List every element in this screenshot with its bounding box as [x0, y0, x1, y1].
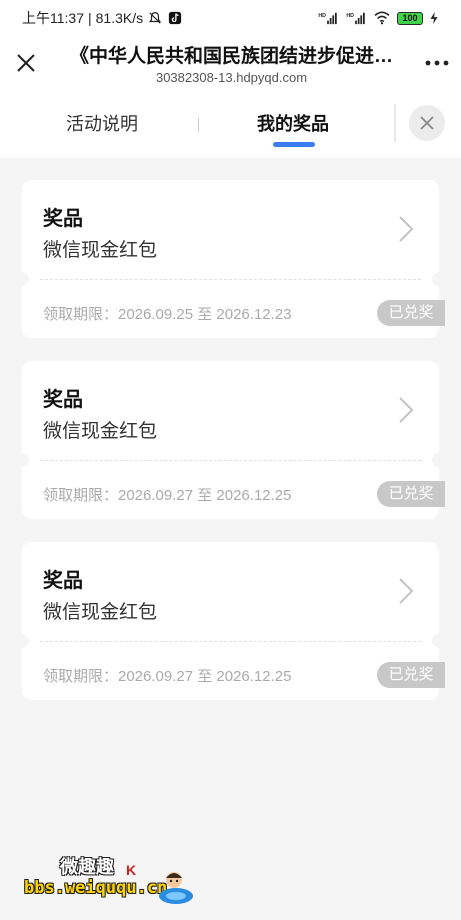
tiktok-icon: [169, 11, 182, 25]
prize-name: 微信现金红包: [43, 421, 158, 442]
wifi-icon: [374, 11, 390, 25]
card-notch: [15, 453, 29, 467]
status-badge: 已兑奖: [377, 300, 445, 326]
prize-name: 微信现金红包: [43, 240, 158, 261]
active-tab-indicator: [273, 142, 315, 147]
card-notch: [432, 453, 446, 467]
svg-text:HD: HD: [318, 13, 326, 19]
chevron-right-icon[interactable]: [396, 214, 416, 244]
prize-card[interactable]: 奖品 微信现金红包 领取期限：2026.09.27 至 2026.12.25 已…: [15, 542, 446, 700]
prize-name: 微信现金红包: [43, 602, 158, 623]
status-time: 上午11:37: [22, 10, 84, 26]
charging-icon: [430, 11, 438, 25]
title-bar: 《中华人民共和国民族团结进步促进… 30382308-13.hdpyqd.com: [0, 36, 461, 90]
card-notch: [15, 634, 29, 648]
prize-card-title: 奖品: [43, 208, 83, 230]
page-title: 《中华人民共和国民族团结进步促进…: [69, 46, 393, 67]
card-notch: [432, 272, 446, 286]
title-block: 《中华人民共和国民族团结进步促进… 30382308-13.hdpyqd.com: [50, 41, 413, 85]
tab-divider: [198, 118, 199, 132]
watermark-url: bbs.weiququ.cn: [24, 878, 168, 898]
tab-activity-info[interactable]: 活动说明: [66, 110, 138, 136]
hd-signal-icon: HD: [346, 12, 365, 25]
tab-my-prizes[interactable]: 我的奖品: [257, 110, 329, 136]
status-bar: 上午11:37 | 81.3K/s HD HD 100: [0, 0, 461, 36]
chevron-right-icon[interactable]: [396, 576, 416, 606]
svg-text:HD: HD: [346, 13, 354, 19]
close-icon: [420, 116, 434, 130]
close-panel-button[interactable]: [409, 105, 445, 141]
status-separator: |: [88, 10, 92, 26]
claim-period: 领取期限：2026.09.25 至 2026.12.23: [43, 306, 292, 323]
status-left: 上午11:37 | 81.3K/s: [22, 8, 183, 28]
hd-signal-icon: HD: [318, 12, 337, 25]
header-divider: [394, 104, 396, 142]
status-badge: 已兑奖: [377, 662, 445, 688]
page-url: 30382308-13.hdpyqd.com: [155, 70, 308, 85]
content-area: 活动说明 我的奖品 奖品 微信现金红包 领取期限：2026.09.25 至 20…: [0, 90, 461, 920]
prize-card[interactable]: 奖品 微信现金红包 领取期限：2026.09.25 至 2026.12.23 已…: [15, 180, 446, 338]
more-button[interactable]: [413, 39, 461, 87]
card-notch: [432, 634, 446, 648]
claim-period: 领取期限：2026.09.27 至 2026.12.25: [43, 668, 292, 685]
chevron-right-icon[interactable]: [396, 395, 416, 425]
status-right: HD HD 100: [317, 11, 439, 25]
prize-card-title: 奖品: [43, 570, 83, 592]
network-speed: 81.3K/s: [95, 10, 144, 26]
battery-icon: 100: [397, 11, 423, 25]
watermark-mark: K: [126, 862, 137, 878]
watermark-title: 微趣趣: [60, 857, 114, 877]
more-dots-icon: [425, 60, 449, 66]
bell-muted-icon: [149, 12, 162, 24]
card-divider: [40, 641, 421, 642]
card-divider: [40, 279, 421, 280]
tab-bar: 活动说明 我的奖品: [0, 90, 461, 158]
claim-period: 领取期限：2026.09.27 至 2026.12.25: [43, 487, 292, 504]
watermark-mascot-icon: [159, 872, 193, 904]
card-notch: [15, 272, 29, 286]
prize-card-title: 奖品: [43, 389, 83, 411]
prize-card[interactable]: 奖品 微信现金红包 领取期限：2026.09.27 至 2026.12.25 已…: [15, 361, 446, 519]
status-badge: 已兑奖: [377, 481, 445, 507]
close-button[interactable]: [2, 39, 50, 87]
card-divider: [40, 460, 421, 461]
close-icon: [17, 54, 35, 72]
